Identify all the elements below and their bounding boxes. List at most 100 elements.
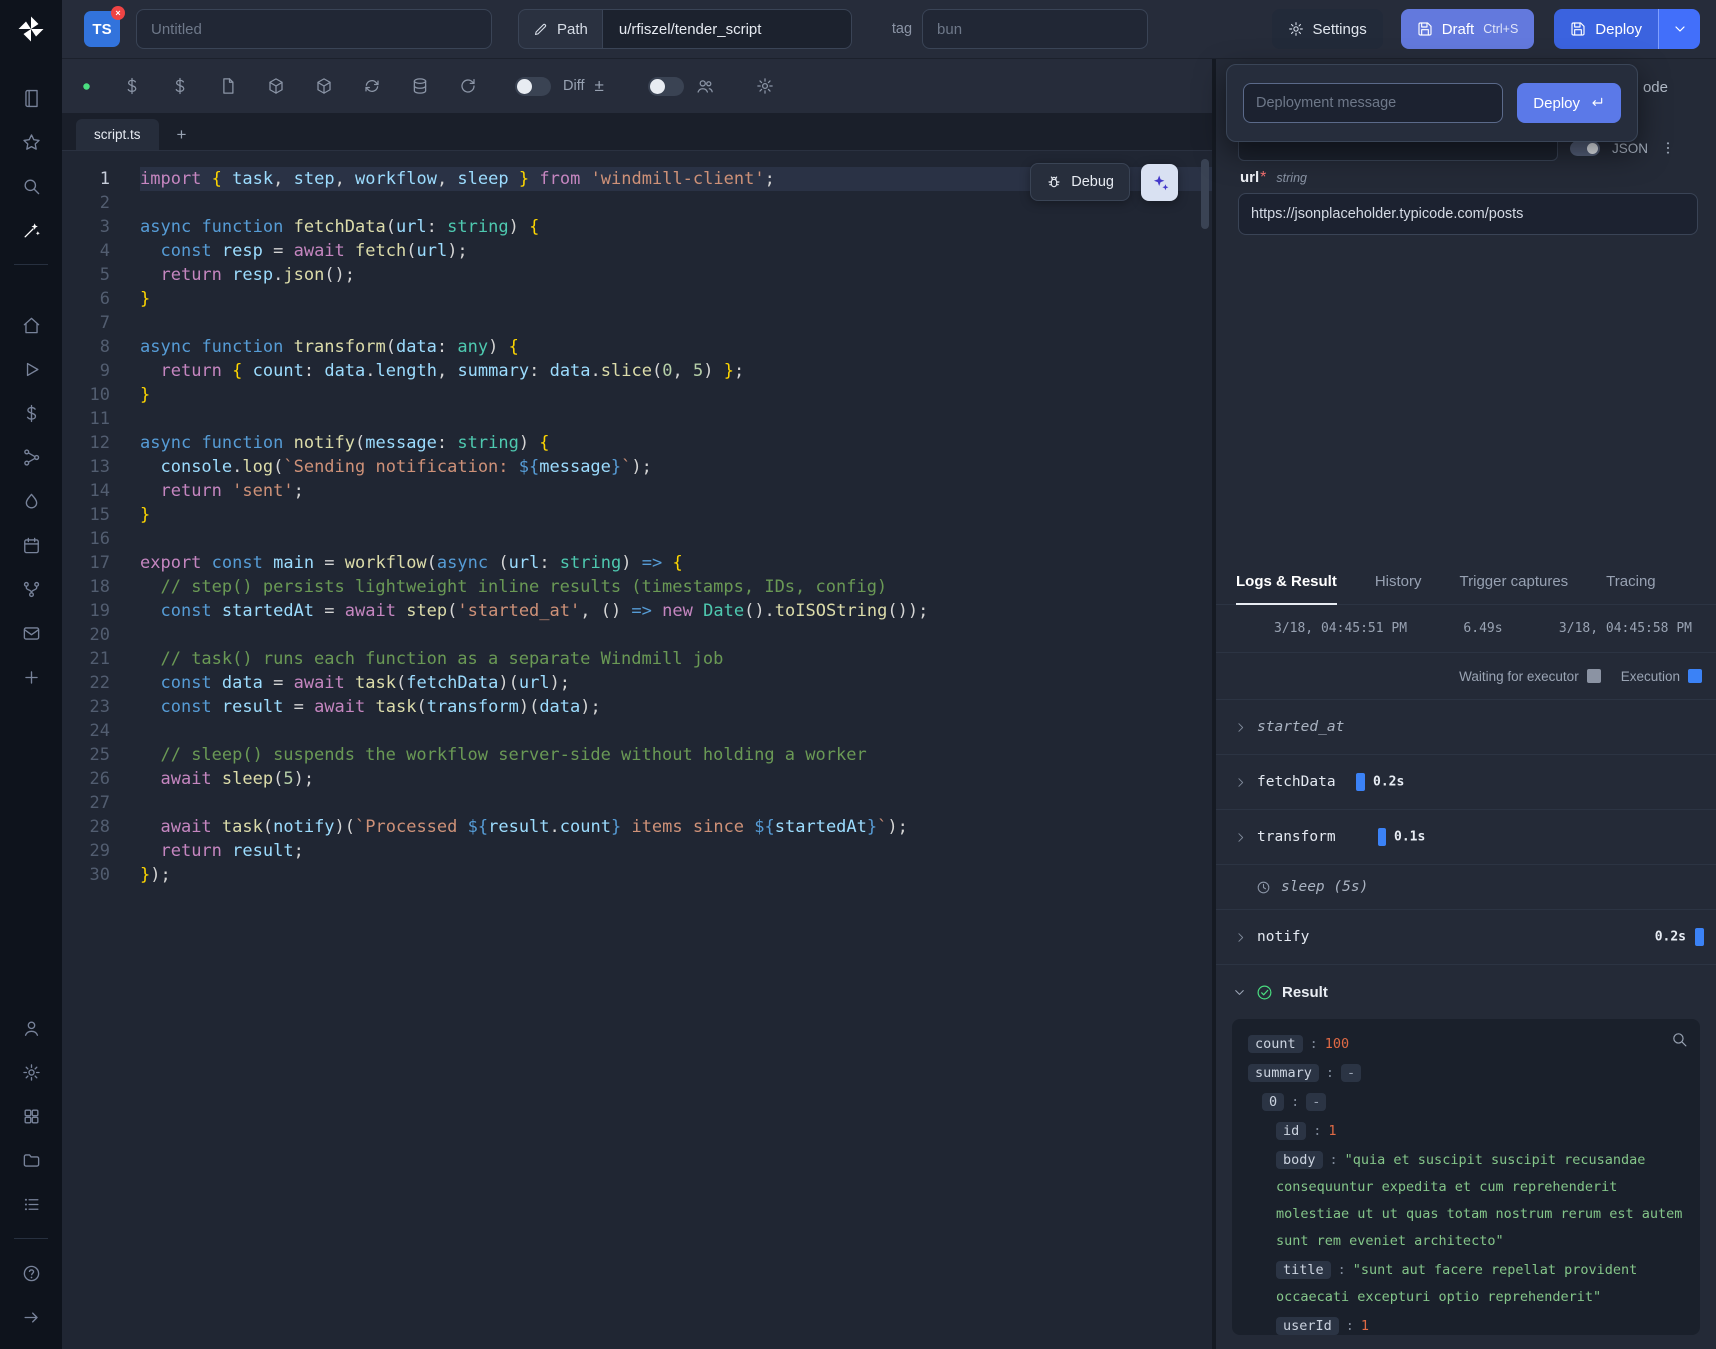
droplet-icon[interactable]: [11, 479, 51, 523]
plus-minus-icon[interactable]: ±: [595, 76, 604, 96]
play-icon[interactable]: [11, 347, 51, 391]
cube-icon[interactable]: [267, 77, 285, 95]
deployment-message-input[interactable]: [1243, 83, 1503, 123]
dollar-icon[interactable]: [123, 77, 141, 95]
home-icon[interactable]: [11, 303, 51, 347]
timeline-row-notify[interactable]: notify0.2s: [1216, 910, 1716, 965]
code-line[interactable]: await task(notify)(`Processed ${result.c…: [140, 815, 1212, 839]
chevron-down-icon[interactable]: [1232, 985, 1247, 1000]
kebab-menu-icon[interactable]: [1660, 140, 1676, 156]
people-icon[interactable]: [696, 77, 714, 95]
wand-icon[interactable]: [11, 208, 51, 252]
code-line[interactable]: console.log(`Sending notification: ${mes…: [140, 455, 1212, 479]
code-line[interactable]: const startedAt = await step('started_at…: [140, 599, 1212, 623]
code-line[interactable]: return 'sent';: [140, 479, 1212, 503]
chevron-right-icon[interactable]: [1234, 776, 1247, 789]
tab-script-ts[interactable]: script.ts: [76, 119, 159, 150]
plus-icon[interactable]: [11, 655, 51, 699]
code-line[interactable]: async function fetchData(url: string) {: [140, 215, 1212, 239]
dollar-icon[interactable]: [11, 391, 51, 435]
tab-trigger-captures[interactable]: Trigger captures: [1460, 558, 1569, 604]
timeline-row-fetchData[interactable]: fetchData0.2s: [1216, 755, 1716, 810]
grid-icon[interactable]: [11, 1094, 51, 1138]
json-view-toggle[interactable]: [1570, 141, 1600, 156]
code-line[interactable]: async function notify(message: string) {: [140, 431, 1212, 455]
deploy-dropdown-button[interactable]: [1658, 9, 1700, 49]
status-dot-icon[interactable]: [80, 80, 93, 93]
code-line[interactable]: await sleep(5);: [140, 767, 1212, 791]
loop-icon[interactable]: [363, 77, 381, 95]
share-icon[interactable]: [11, 435, 51, 479]
code-line[interactable]: }: [140, 287, 1212, 311]
result-field-count[interactable]: count:100: [1248, 1031, 1684, 1058]
code-line[interactable]: [140, 623, 1212, 647]
tab-tracing[interactable]: Tracing: [1606, 558, 1655, 604]
search-icon[interactable]: [11, 164, 51, 208]
code-line[interactable]: // task() runs each function as a separa…: [140, 647, 1212, 671]
script-name-input[interactable]: [136, 9, 492, 49]
tab-history[interactable]: History: [1375, 558, 1422, 604]
code-line[interactable]: async function transform(data: any) {: [140, 335, 1212, 359]
editor-scrollbar[interactable]: [1201, 159, 1209, 229]
chevron-right-icon[interactable]: [1234, 831, 1247, 844]
code-line[interactable]: return { count: data.length, summary: da…: [140, 359, 1212, 383]
code-line[interactable]: const resp = await fetch(url);: [140, 239, 1212, 263]
debug-button[interactable]: Debug: [1030, 163, 1130, 201]
user-icon[interactable]: [11, 1006, 51, 1050]
result-field-id[interactable]: id:1: [1248, 1118, 1684, 1145]
popover-deploy-button[interactable]: Deploy: [1517, 83, 1621, 123]
refresh-icon[interactable]: [459, 77, 477, 95]
file-icon[interactable]: [219, 77, 237, 95]
result-field-userId[interactable]: userId:1: [1248, 1313, 1684, 1335]
folder-icon[interactable]: [11, 1138, 51, 1182]
result-field-body[interactable]: body:"quia et suscipit suscipit recusand…: [1248, 1147, 1684, 1255]
diff-toggle[interactable]: [515, 77, 551, 96]
code-line[interactable]: return resp.json();: [140, 263, 1212, 287]
code-line[interactable]: export const main = workflow(async (url:…: [140, 551, 1212, 575]
code-editor[interactable]: 1234567891011121314151617181920212223242…: [62, 151, 1212, 1349]
result-field-0[interactable]: 0:-: [1248, 1089, 1684, 1116]
settings-button[interactable]: Settings: [1272, 9, 1383, 49]
code-line[interactable]: [140, 719, 1212, 743]
deploy-button[interactable]: Deploy: [1554, 9, 1658, 49]
tag-input[interactable]: [922, 9, 1148, 49]
code-line[interactable]: const result = await task(transform)(dat…: [140, 695, 1212, 719]
add-tab-button[interactable]: +: [167, 119, 197, 150]
result-field-summary[interactable]: summary:-: [1248, 1060, 1684, 1087]
list-icon[interactable]: [11, 1182, 51, 1226]
code-line[interactable]: [140, 791, 1212, 815]
code-line[interactable]: [140, 311, 1212, 335]
ai-assistant-button[interactable]: [1141, 164, 1178, 201]
dollar-icon[interactable]: [171, 77, 189, 95]
result-field-title[interactable]: title:"sunt aut facere repellat providen…: [1248, 1257, 1684, 1311]
help-icon[interactable]: [11, 1251, 51, 1295]
code-line[interactable]: [140, 407, 1212, 431]
timeline-row-started-at[interactable]: started_at: [1216, 700, 1716, 755]
editor-settings-icon[interactable]: [756, 77, 774, 95]
code-line[interactable]: });: [140, 863, 1212, 887]
code-line[interactable]: [140, 527, 1212, 551]
editor-code[interactable]: import { task, step, workflow, sleep } f…: [110, 167, 1212, 1349]
code-line[interactable]: }: [140, 503, 1212, 527]
mail-icon[interactable]: [11, 611, 51, 655]
result-header[interactable]: Result: [1216, 965, 1716, 1019]
arrow-right-icon[interactable]: [11, 1295, 51, 1339]
code-line[interactable]: }: [140, 383, 1212, 407]
code-line[interactable]: // step() persists lightweight inline re…: [140, 575, 1212, 599]
gear-icon[interactable]: [11, 1050, 51, 1094]
presence-toggle[interactable]: [648, 77, 684, 96]
flow-icon[interactable]: [11, 567, 51, 611]
tab-logs-result[interactable]: Logs & Result: [1236, 558, 1337, 604]
book-icon[interactable]: [11, 76, 51, 120]
code-line[interactable]: // sleep() suspends the workflow server-…: [140, 743, 1212, 767]
database-icon[interactable]: [411, 77, 429, 95]
cube-icon[interactable]: [315, 77, 333, 95]
calendar-icon[interactable]: [11, 523, 51, 567]
script-path-value[interactable]: u/rfiszel/tender_script: [602, 9, 852, 49]
code-line[interactable]: return result;: [140, 839, 1212, 863]
edit-path-button[interactable]: Path: [518, 9, 602, 49]
star-icon[interactable]: [11, 120, 51, 164]
timeline-row-transform[interactable]: transform0.1s: [1216, 810, 1716, 865]
chevron-right-icon[interactable]: [1234, 721, 1247, 734]
url-arg-input[interactable]: [1238, 193, 1698, 235]
